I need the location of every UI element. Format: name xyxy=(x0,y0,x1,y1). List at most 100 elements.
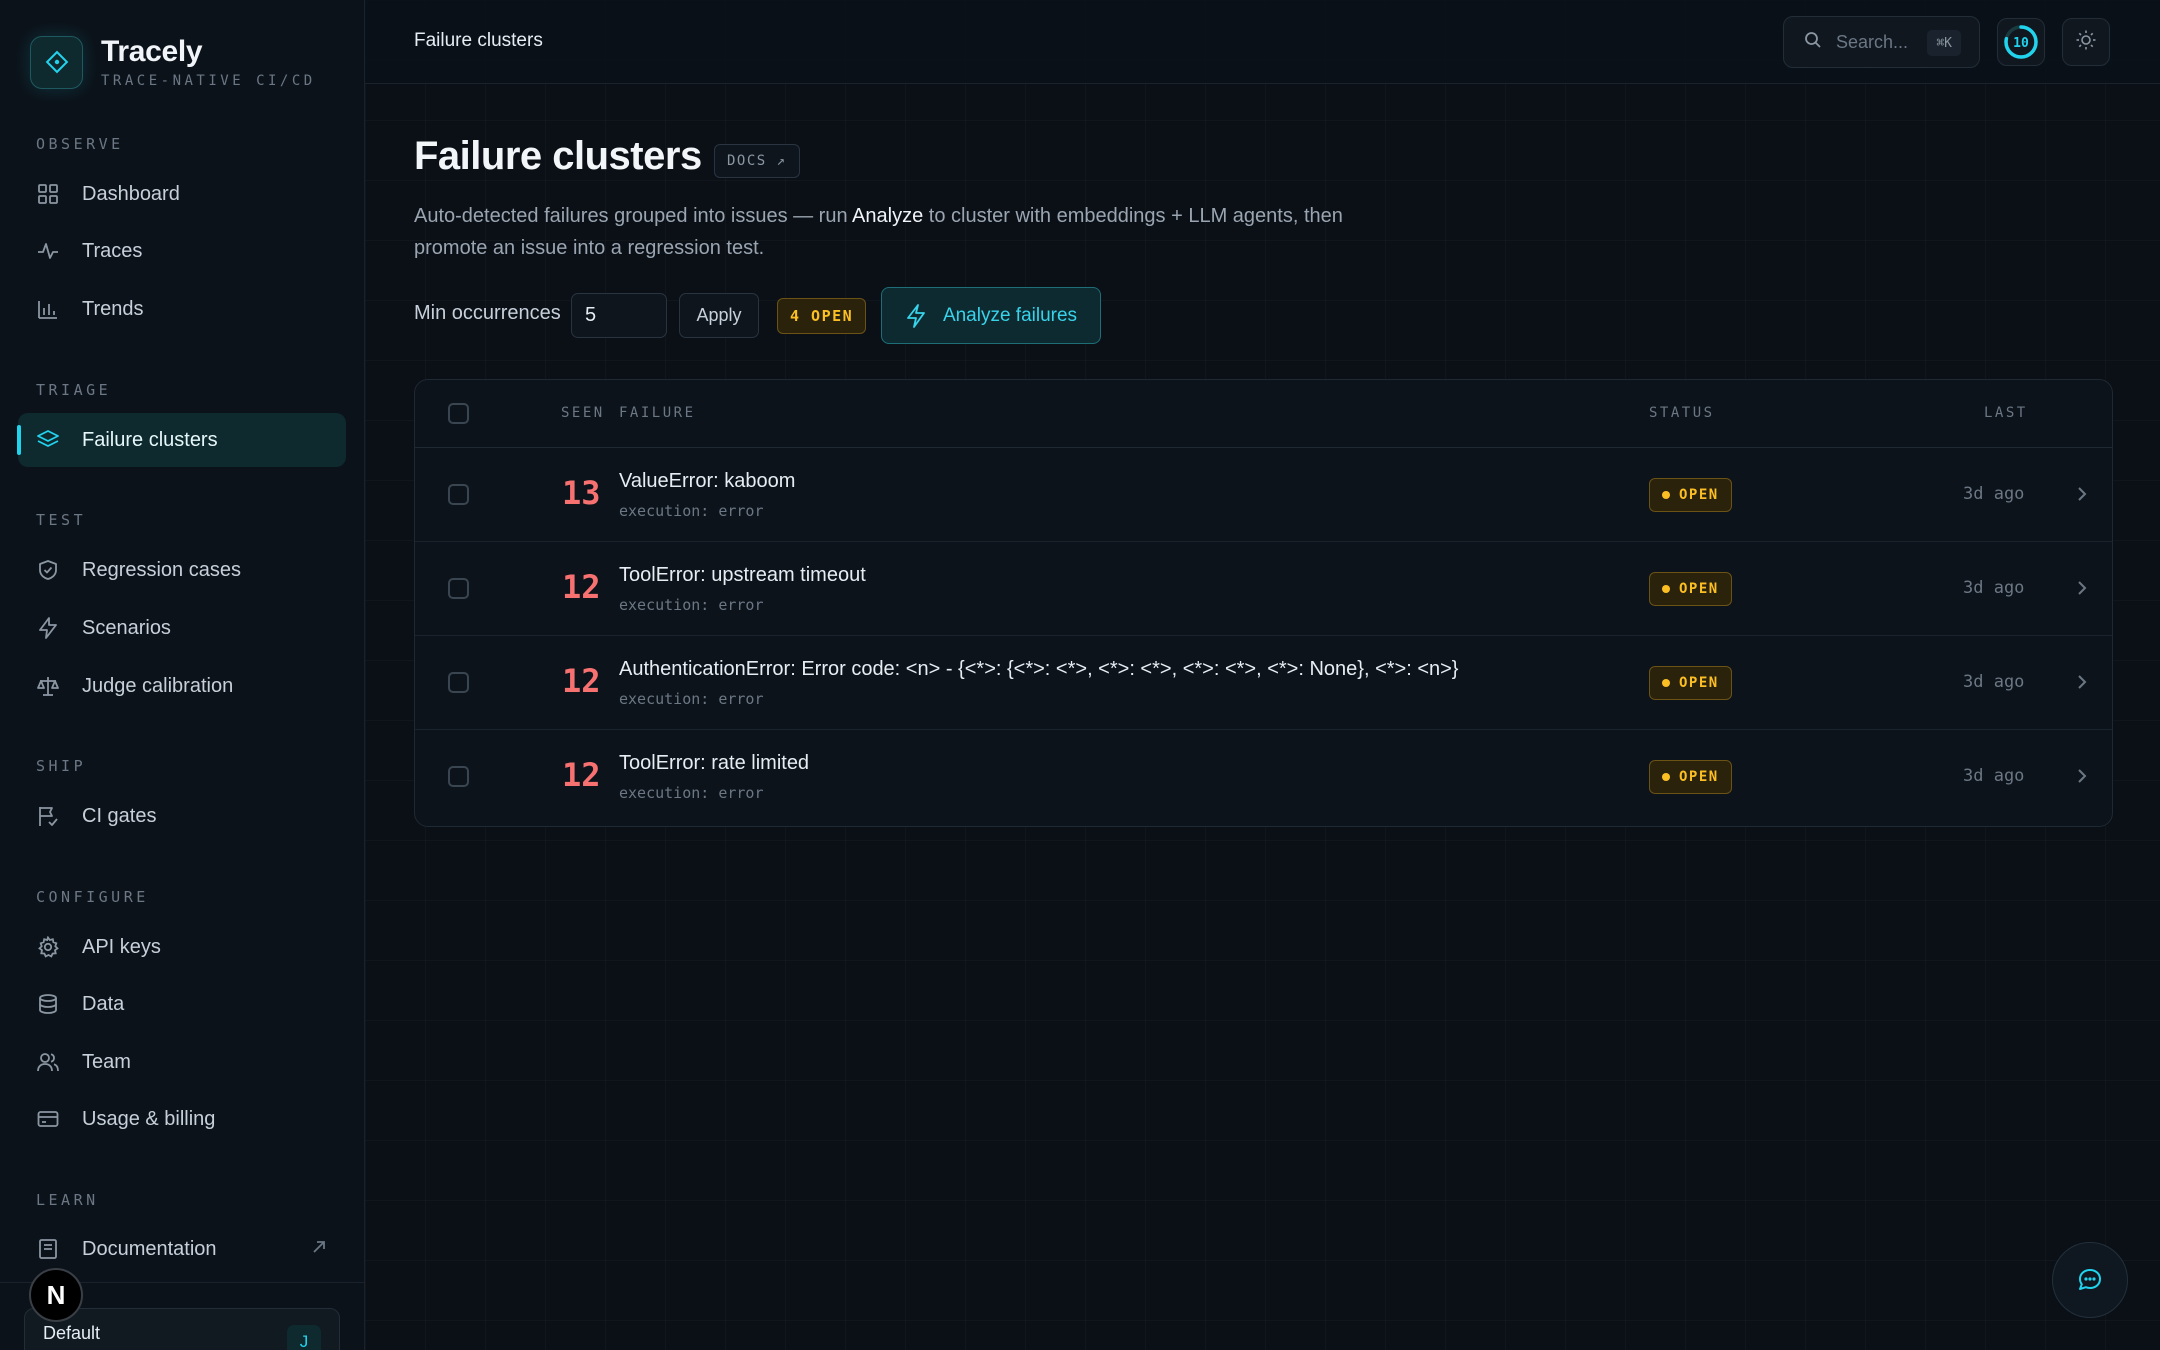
section-triage: TRIAGE xyxy=(36,381,112,399)
sun-icon xyxy=(2075,29,2097,56)
failure-title: ToolError: upstream timeout xyxy=(619,564,866,586)
last-seen: 3d ago xyxy=(1963,578,2025,598)
layers-icon xyxy=(36,428,60,452)
apply-button[interactable]: Apply xyxy=(679,293,759,338)
failure-clusters-table: SEEN FAILURE STATUS LAST 13 ValueError: … xyxy=(414,379,2113,827)
page-description: Auto-detected failures grouped into issu… xyxy=(414,200,1414,264)
brand-tagline: TRACE-NATIVE CI/CD xyxy=(101,73,316,89)
analyze-label: Analyze failures xyxy=(942,304,1078,326)
status-dot xyxy=(1662,679,1670,687)
nextjs-dev-badge[interactable]: N xyxy=(29,1268,83,1322)
last-seen: 3d ago xyxy=(1963,672,2025,692)
table-row[interactable]: 13 ValueError: kaboom execution: error O… xyxy=(415,448,2112,542)
sidebar-item-documentation[interactable]: Documentation xyxy=(18,1222,346,1276)
failure-subtitle: execution: error xyxy=(619,596,764,614)
bar-chart-icon xyxy=(36,297,60,321)
sidebar-item-label: Dashboard xyxy=(82,182,180,205)
failure-subtitle: execution: error xyxy=(619,502,764,520)
breadcrumb: Failure clusters xyxy=(414,30,543,51)
chat-bubble-icon xyxy=(2079,1269,2101,1290)
header-status: STATUS xyxy=(1649,405,1715,421)
select-all-checkbox[interactable] xyxy=(448,403,469,424)
docs-link[interactable]: DOCS ↗ xyxy=(714,144,800,178)
failure-title: ValueError: kaboom xyxy=(619,470,796,492)
sidebar-item-label: Trends xyxy=(82,297,144,320)
description-highlight: Analyze xyxy=(852,205,924,227)
flag-check-icon xyxy=(36,804,60,828)
sidebar-item-label: Usage & billing xyxy=(82,1107,216,1130)
sidebar-item-trends[interactable]: Trends xyxy=(18,282,346,336)
seen-count: 13 xyxy=(562,474,601,512)
sidebar-item-data[interactable]: Data xyxy=(18,977,346,1031)
section-learn: LEARN xyxy=(36,1191,99,1209)
row-checkbox[interactable] xyxy=(448,672,469,693)
sidebar-item-api-keys[interactable]: API keys xyxy=(18,920,346,974)
search-input[interactable]: Search... ⌘K xyxy=(1783,16,1980,68)
chevron-right-icon[interactable] xyxy=(2075,672,2089,697)
status-label: OPEN xyxy=(1679,769,1719,785)
sidebar-item-traces[interactable]: Traces xyxy=(18,224,346,278)
brand-name: Tracely xyxy=(101,35,203,68)
sidebar-item-label: Regression cases xyxy=(82,558,241,581)
sidebar-item-ci-gates[interactable]: CI gates xyxy=(18,789,346,843)
sidebar: Tracely TRACE-NATIVE CI/CD OBSERVE Dashb… xyxy=(0,0,365,1350)
tracely-logo-icon xyxy=(30,35,83,89)
row-checkbox[interactable] xyxy=(448,766,469,787)
status-dot xyxy=(1662,491,1670,499)
failure-subtitle: execution: error xyxy=(619,690,764,708)
chevron-right-icon[interactable] xyxy=(2075,766,2089,791)
shield-check-icon xyxy=(36,558,60,582)
status-badge: OPEN xyxy=(1649,478,1732,512)
sidebar-item-scenarios[interactable]: Scenarios xyxy=(18,601,346,655)
sidebar-item-label: Judge calibration xyxy=(82,674,234,697)
sidebar-item-usage-billing[interactable]: Usage & billing xyxy=(18,1092,346,1146)
status-label: OPEN xyxy=(1679,581,1719,597)
activity-icon xyxy=(36,239,60,263)
header-last: LAST xyxy=(1984,405,2028,421)
sidebar-item-failure-clusters[interactable]: Failure clusters xyxy=(17,413,346,467)
table-row[interactable]: 12 ToolError: upstream timeout execution… xyxy=(415,542,2112,636)
row-checkbox[interactable] xyxy=(448,484,469,505)
sidebar-item-label: Traces xyxy=(82,239,143,262)
section-ship: SHIP xyxy=(36,757,87,775)
chat-button[interactable] xyxy=(2052,1242,2128,1318)
status-dot xyxy=(1662,585,1670,593)
topbar: Failure clusters Search... ⌘K 10 xyxy=(365,0,2160,84)
sidebar-item-dashboard[interactable]: Dashboard xyxy=(18,167,346,221)
status-badge: OPEN xyxy=(1649,760,1732,794)
sidebar-item-label: Team xyxy=(82,1050,131,1073)
brand[interactable]: Tracely TRACE-NATIVE CI/CD xyxy=(30,35,316,89)
usage-ring-button[interactable]: 10 xyxy=(1997,18,2045,66)
progress-ring-icon: 10 xyxy=(2004,25,2038,59)
sidebar-item-regression-cases[interactable]: Regression cases xyxy=(18,543,346,597)
seen-count: 12 xyxy=(562,662,601,700)
section-observe: OBSERVE xyxy=(36,135,124,153)
failure-subtitle: execution: error xyxy=(619,784,764,802)
description-text: Auto-detected failures grouped into issu… xyxy=(414,205,853,227)
grid-icon xyxy=(36,182,60,206)
book-icon xyxy=(36,1237,60,1261)
sidebar-item-team[interactable]: Team xyxy=(18,1035,346,1089)
chevron-right-icon[interactable] xyxy=(2075,578,2089,603)
search-icon xyxy=(1804,31,1822,54)
main-content: Failure clusters Search... ⌘K 10 Failure… xyxy=(365,0,2160,1350)
sidebar-item-judge-calibration[interactable]: Judge calibration xyxy=(18,659,346,713)
failure-title: AuthenticationError: Error code: <n> - {… xyxy=(619,658,1459,680)
table-row[interactable]: 12 ToolError: rate limited execution: er… xyxy=(415,730,2112,824)
last-seen: 3d ago xyxy=(1963,766,2025,786)
sidebar-item-label: Documentation xyxy=(82,1237,217,1260)
min-occurrences-input[interactable] xyxy=(571,293,667,338)
status-badge: OPEN xyxy=(1649,572,1732,606)
zap-icon xyxy=(36,616,60,640)
chevron-right-icon[interactable] xyxy=(2075,484,2089,509)
theme-toggle-button[interactable] xyxy=(2062,18,2110,66)
users-icon xyxy=(36,1050,60,1074)
status-label: OPEN xyxy=(1679,675,1719,691)
sidebar-item-label: Scenarios xyxy=(82,616,171,639)
external-link-icon xyxy=(310,1238,328,1262)
analyze-failures-button[interactable]: Analyze failures xyxy=(881,287,1101,344)
table-row[interactable]: 12 AuthenticationError: Error code: <n> … xyxy=(415,636,2112,730)
row-checkbox[interactable] xyxy=(448,578,469,599)
search-placeholder: Search... xyxy=(1836,31,1909,52)
last-seen: 3d ago xyxy=(1963,484,2025,504)
